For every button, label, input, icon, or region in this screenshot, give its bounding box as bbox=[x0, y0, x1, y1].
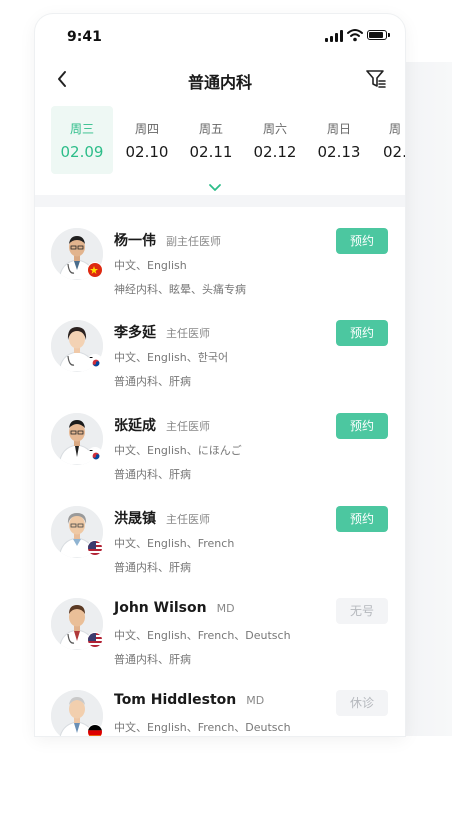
doctor-title: MD bbox=[216, 602, 235, 615]
no-slots-button[interactable]: 无号 bbox=[336, 598, 388, 624]
doctor-title: 主任医师 bbox=[166, 513, 210, 526]
germany-flag-icon bbox=[87, 724, 103, 736]
doctor-languages: 中文、English、French、Deutsch bbox=[114, 721, 291, 734]
book-button[interactable]: 预约 bbox=[336, 413, 388, 439]
korea-flag-icon bbox=[87, 354, 103, 370]
doctor-list-item[interactable]: 杨一伟 副主任医师 中文、English 神经内科、眩晕、头痛专病 预约 bbox=[35, 226, 405, 318]
date-tab-5[interactable]: 周 02. bbox=[373, 106, 405, 174]
date-value: 02.09 bbox=[60, 143, 104, 161]
doctor-languages: 中文、English、한국어 bbox=[114, 351, 229, 364]
doctor-name-text: Tom Hiddleston bbox=[114, 692, 237, 708]
doctor-name-text: 洪晟镇 bbox=[114, 511, 156, 527]
date-weekday: 周五 bbox=[198, 122, 223, 136]
book-button[interactable]: 预约 bbox=[336, 506, 388, 532]
doctor-name-text: 李多延 bbox=[114, 325, 156, 341]
phone-frame: 9:41 普通内科 周三 02.09 周四 02.10 周五 02.11 周六 … bbox=[35, 14, 405, 736]
date-weekday: 周四 bbox=[134, 122, 159, 136]
section-divider bbox=[35, 195, 405, 207]
date-value: 02.13 bbox=[317, 143, 361, 161]
doctor-title: 副主任医师 bbox=[166, 235, 221, 248]
usa-flag-icon bbox=[87, 540, 103, 556]
chevron-down-icon[interactable] bbox=[208, 183, 222, 193]
doctor-languages: 中文、English、French bbox=[114, 537, 235, 550]
status-bar: 9:41 bbox=[35, 14, 405, 58]
doctor-specialty: 普通内科、肝病 bbox=[114, 653, 191, 666]
closed-button[interactable]: 休诊 bbox=[336, 690, 388, 716]
nav-bar: 普通内科 bbox=[35, 58, 405, 102]
date-value: 02.11 bbox=[189, 143, 233, 161]
korea-flag-icon bbox=[87, 447, 103, 463]
date-tab-4[interactable]: 周日 02.13 bbox=[308, 106, 370, 174]
date-weekday: 周 bbox=[389, 122, 402, 136]
date-weekday: 周三 bbox=[69, 122, 94, 136]
doctor-name: 张延成 主任医师 bbox=[114, 415, 210, 435]
doctor-languages: 中文、English、にほんご bbox=[114, 444, 242, 457]
doctor-name-text: 杨一伟 bbox=[114, 233, 156, 249]
doctor-list-item[interactable]: 张延成 主任医师 中文、English、にほんご 普通内科、肝病 预约 bbox=[35, 411, 405, 503]
china-flag-icon bbox=[87, 262, 103, 278]
filter-icon bbox=[366, 70, 386, 88]
doctor-name: 李多延 主任医师 bbox=[114, 322, 210, 342]
page-title: 普通内科 bbox=[187, 73, 252, 92]
doctor-name: 洪晟镇 主任医师 bbox=[114, 508, 210, 528]
doctor-languages: 中文、English、French、Deutsch bbox=[114, 629, 291, 642]
date-tab-3[interactable]: 周六 02.12 bbox=[244, 106, 306, 174]
page-background bbox=[405, 62, 452, 736]
doctor-specialty: 普通内科、肝病 bbox=[114, 375, 191, 388]
doctor-title: 主任医师 bbox=[166, 327, 210, 340]
doctor-list-item[interactable]: John Wilson MD 中文、English、French、Deutsch … bbox=[35, 596, 405, 688]
doctor-list-item[interactable]: 李多延 主任医师 中文、English、한국어 普通内科、肝病 预约 bbox=[35, 318, 405, 410]
doctor-languages: 中文、English bbox=[114, 259, 187, 272]
doctor-specialty: 神经内科、眩晕、头痛专病 bbox=[114, 283, 246, 296]
doctor-name-text: 张延成 bbox=[114, 418, 156, 434]
book-button[interactable]: 预约 bbox=[336, 320, 388, 346]
status-time: 9:41 bbox=[67, 29, 102, 45]
doctor-name: Tom Hiddleston MD bbox=[114, 692, 264, 708]
doctor-list-item[interactable]: Tom Hiddleston MD 中文、English、French、Deuts… bbox=[35, 688, 405, 736]
doctor-title: 主任医师 bbox=[166, 420, 210, 433]
date-value: 02.10 bbox=[125, 143, 169, 161]
wifi-icon bbox=[347, 29, 363, 42]
filter-button[interactable] bbox=[363, 66, 389, 92]
usa-flag-icon bbox=[87, 632, 103, 648]
date-value: 02.12 bbox=[253, 143, 297, 161]
date-tab-1[interactable]: 周四 02.10 bbox=[116, 106, 178, 174]
doctor-specialty: 普通内科、肝病 bbox=[114, 468, 191, 481]
date-weekday: 周日 bbox=[326, 122, 351, 136]
book-button[interactable]: 预约 bbox=[336, 228, 388, 254]
doctor-list-item[interactable]: 洪晟镇 主任医师 中文、English、French 普通内科、肝病 预约 bbox=[35, 504, 405, 596]
doctor-title: MD bbox=[246, 694, 265, 707]
date-value: 02. bbox=[383, 143, 405, 161]
doctor-name-text: John Wilson bbox=[114, 600, 207, 616]
date-tab-0[interactable]: 周三 02.09 bbox=[51, 106, 113, 174]
doctor-name: 杨一伟 副主任医师 bbox=[114, 230, 221, 250]
doctor-name: John Wilson MD bbox=[114, 600, 235, 616]
signal-icon bbox=[325, 30, 343, 42]
date-weekday: 周六 bbox=[262, 122, 287, 136]
battery-icon bbox=[367, 30, 390, 40]
date-tab-2[interactable]: 周五 02.11 bbox=[180, 106, 242, 174]
doctor-specialty: 普通内科、肝病 bbox=[114, 561, 191, 574]
date-selector: 周三 02.09 周四 02.10 周五 02.11 周六 02.12 周日 0… bbox=[35, 106, 405, 196]
